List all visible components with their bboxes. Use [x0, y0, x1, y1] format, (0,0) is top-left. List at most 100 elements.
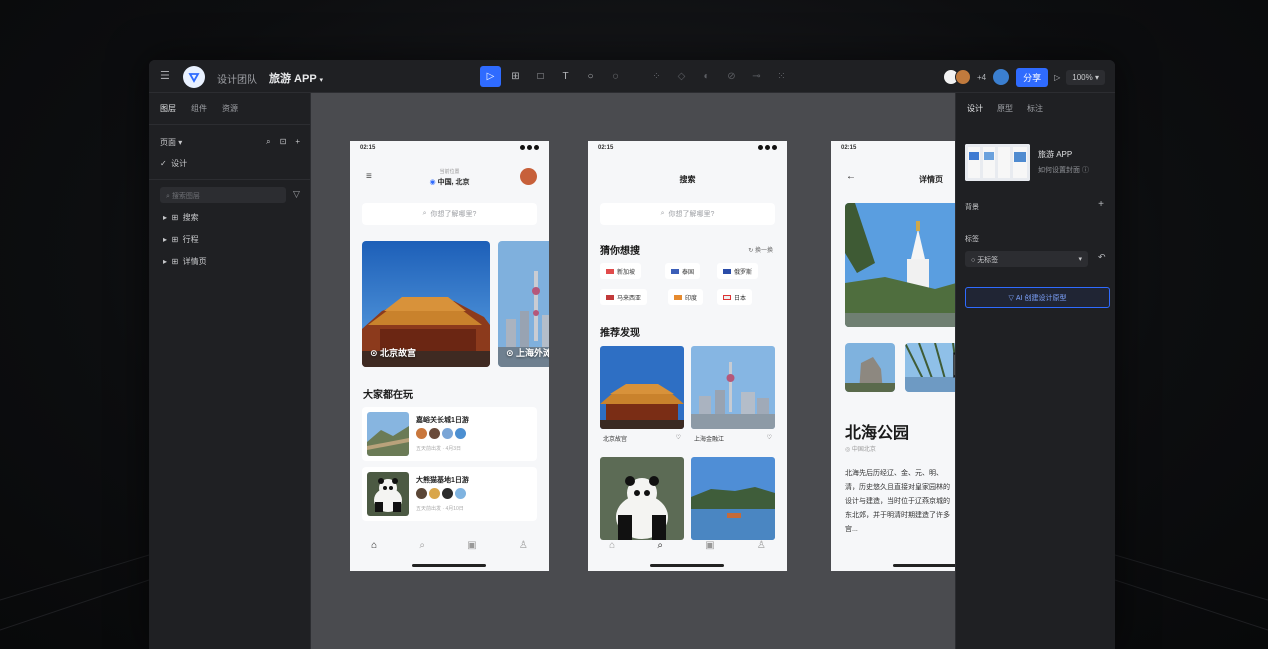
refresh-label: 换一换 [754, 248, 773, 254]
layer-search-input[interactable]: ⌕ 搜索图层 [160, 187, 286, 203]
add-page-icon[interactable]: + [295, 137, 300, 148]
comment-tool-icon[interactable]: ◌ [605, 66, 626, 87]
create-prototype-button[interactable]: ▽ AI 创建设计原型 [965, 287, 1110, 308]
file-cover-hint-text: 如何设置封面 [1038, 167, 1080, 174]
frame-search[interactable]: 02:15 搜索 ⌕ 你想了解哪里? 猜你想搜 ↻ 换一换 新加坡 泰国 俄罗斯 … [588, 141, 787, 571]
page-item-design[interactable]: ✓ 设计 [160, 158, 187, 169]
help-icon: ⓘ [1081, 167, 1089, 174]
card-shanghai[interactable]: ⊙ 上海外滩 [498, 241, 549, 367]
search-icon[interactable]: ⌕ [419, 540, 425, 551]
chip-label: 日本 [734, 295, 747, 302]
grid-card[interactable]: 北京故宫 ♡ [600, 346, 684, 443]
import-icon[interactable]: ⊡ [280, 137, 287, 148]
search-input[interactable]: ⌕ 你想了解哪里? [600, 203, 775, 225]
chip[interactable]: 泰国 [665, 263, 701, 279]
place-location: ◎ 中国北京 [845, 444, 876, 453]
tab-assets[interactable]: 资源 [222, 103, 238, 114]
team-name[interactable]: 设计团队 [217, 71, 257, 86]
zoom-select[interactable]: 100% ▾ [1066, 69, 1105, 85]
link-tool-icon[interactable]: ⊸ [746, 66, 767, 87]
collaborators[interactable] [942, 69, 971, 85]
layer-item-trip[interactable]: ▸ ⊞ 行程 [163, 234, 199, 245]
search-icon[interactable]: ⌕ [266, 137, 270, 148]
heart-icon[interactable]: ♡ [676, 434, 681, 443]
layer-label: 行程 [182, 235, 199, 244]
tab-annotate[interactable]: 标注 [1027, 103, 1043, 114]
location-caption: 当前位置 [439, 169, 460, 175]
grid-card[interactable]: 上海金融江 ♡ [691, 346, 775, 443]
component-tool-icon[interactable]: ⁘ [646, 66, 667, 87]
frame-tool-icon[interactable]: ⊞ [505, 66, 526, 87]
filter-icon[interactable]: ▽ [293, 189, 300, 200]
play-icon[interactable]: ▷ [1054, 73, 1060, 82]
frame-select[interactable]: ○ 无标签 ▾ [965, 251, 1088, 267]
calendar-icon[interactable]: ▣ [467, 540, 476, 551]
user-icon[interactable]: ♙ [757, 540, 766, 551]
design-canvas[interactable]: 02:15 ≡ 当前位置 ◉ 中国, 北京 ⌕ 你想了解哪里? ⊙ 北京故宫 ⊙… [311, 93, 955, 649]
refresh-button[interactable]: ↻ 换一换 [748, 245, 773, 254]
pin-icon: ◉ [429, 179, 436, 186]
pen-tool-icon[interactable]: ⊘ [721, 66, 742, 87]
ellipse-tool-icon[interactable]: ○ [580, 66, 601, 87]
search-icon[interactable]: ⌕ [657, 540, 663, 551]
chip[interactable]: 俄罗斯 [717, 263, 759, 279]
file-cover-thumbnail[interactable] [965, 144, 1030, 181]
home-icon[interactable]: ⌂ [371, 540, 377, 551]
layer-item-detail[interactable]: ▸ ⊞ 详情页 [163, 256, 207, 267]
text-tool-icon[interactable]: T [555, 66, 576, 87]
grid-caption-text: 上海金融江 [694, 437, 725, 443]
status-bar: 02:15 [588, 141, 787, 155]
avatar[interactable] [520, 168, 537, 185]
pages-label[interactable]: 页面 ▾ [160, 137, 182, 148]
tab-prototype[interactable]: 原型 [997, 103, 1013, 114]
calendar-icon[interactable]: ▣ [705, 540, 714, 551]
flag-icon [674, 294, 682, 300]
check-icon: ✓ [160, 159, 167, 168]
frame-title: 搜索 [679, 175, 696, 184]
trip-card[interactable]: 嘉峪关长城1日游 五天前出发 · 4月3日 [362, 407, 537, 461]
tab-bar: ⌂ ⌕ ▣ ♙ [350, 540, 549, 551]
search-icon: ⌕ [660, 210, 665, 217]
tab-layers[interactable]: 图层 [160, 103, 176, 114]
grid-card[interactable] [600, 457, 684, 540]
user-icon[interactable]: ♙ [519, 540, 528, 551]
divider [149, 179, 311, 180]
menu-icon[interactable]: ☰ [160, 69, 170, 83]
chip[interactable]: 印度 [668, 289, 704, 305]
frame-home[interactable]: 02:15 ≡ 当前位置 ◉ 中国, 北京 ⌕ 你想了解哪里? ⊙ 北京故宫 ⊙… [350, 141, 549, 571]
flag-icon [606, 268, 614, 274]
grid-card[interactable] [691, 457, 775, 540]
page-item-label: 设计 [171, 159, 188, 168]
project-name[interactable]: 旅游 APP ▾ [269, 70, 323, 86]
chip[interactable]: 日本 [717, 289, 753, 305]
chip[interactable]: 新加坡 [600, 263, 642, 279]
rectangle-tool-icon[interactable]: □ [530, 66, 551, 87]
collaborators-more[interactable]: +4 [977, 73, 986, 82]
mask-tool-icon[interactable]: ◐ [696, 66, 717, 87]
layer-item-search[interactable]: ▸ ⊞ 搜索 [163, 212, 199, 223]
search-input[interactable]: ⌕ 你想了解哪里? [362, 203, 537, 225]
add-background-icon[interactable]: + [1098, 199, 1104, 210]
card-forbidden-city[interactable]: ⊙ 北京故宫 [362, 241, 490, 367]
place-description: 北海先后历经辽、金、元、明、清，历史悠久且直接对皇家园林的设计与建造，当时位于辽… [845, 470, 950, 533]
file-name: 旅游 APP [1038, 150, 1073, 159]
current-user-avatar[interactable] [992, 68, 1011, 86]
back-arrow-icon[interactable]: ← [846, 171, 856, 182]
reset-icon[interactable]: ↶ [1098, 252, 1106, 263]
trip-card[interactable]: 大熊猫基地1日游 五天前出发 · 4月10日 [362, 467, 537, 521]
heart-icon[interactable]: ♡ [767, 434, 772, 443]
tab-design[interactable]: 设计 [967, 103, 983, 114]
chip[interactable]: 马来西亚 [600, 289, 648, 305]
gallery-thumb[interactable] [905, 343, 955, 392]
gallery-thumb[interactable] [845, 343, 895, 392]
move-tool-icon[interactable]: ▷ [480, 66, 501, 87]
file-cover-hint[interactable]: 如何设置封面 ⓘ [1038, 165, 1089, 175]
trip-avatars [416, 428, 466, 439]
tab-components[interactable]: 组件 [191, 103, 207, 114]
frame-detail[interactable]: 02:15 ← 详情页 北海公园 ◎ 中国北京 北海先后历经辽、金、元、明、清，… [831, 141, 955, 571]
home-icon[interactable]: ⌂ [609, 540, 615, 551]
plugin-tool-icon[interactable]: ⁙ [771, 66, 792, 87]
instance-tool-icon[interactable]: ◇ [671, 66, 692, 87]
app-logo-icon[interactable] [183, 66, 205, 88]
share-button[interactable]: 分享 [1016, 67, 1049, 87]
